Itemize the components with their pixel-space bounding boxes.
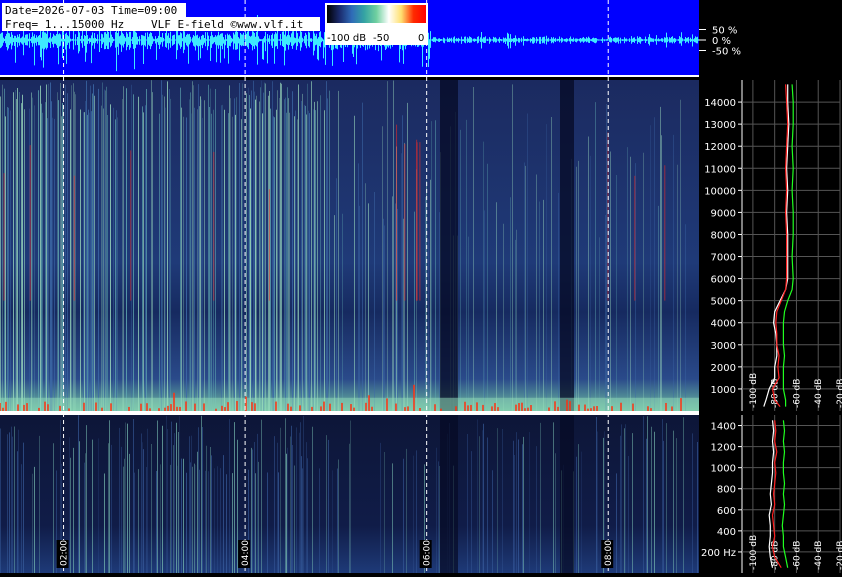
frequency-tick-label: 1000 bbox=[711, 385, 736, 396]
time-tick-label: 08:00 bbox=[604, 540, 614, 566]
frequency-tick-label: 1200 bbox=[711, 443, 736, 454]
spectrum-tick-label: -20 dB bbox=[836, 379, 842, 408]
frequency-tick-label: 3000 bbox=[711, 341, 736, 352]
frequency-tick-label: 8000 bbox=[711, 230, 736, 241]
spectrum-tick-label: -100 dB bbox=[749, 535, 759, 570]
spectrum-tick-label: -60 dB bbox=[792, 379, 802, 408]
frequency-tick-label: 14000 bbox=[704, 98, 736, 109]
waveform-tick-label: 0 % bbox=[712, 36, 731, 47]
spectrum-tick-label: -60 dB bbox=[792, 541, 802, 570]
waveform-tick-label: 50 % bbox=[712, 26, 737, 37]
frequency-tick-label: 400 bbox=[717, 527, 736, 538]
frequency-tick-label: 12000 bbox=[704, 142, 736, 153]
spectrum-tick-label: -40 dB bbox=[814, 379, 824, 408]
frequency-tick-label: 7000 bbox=[711, 253, 736, 264]
header-date-line: Date=2026-07-03 Time=09:00 bbox=[5, 4, 177, 17]
vlf-chart-svg: Date=2026-07-03 Time=09:00 Freq= 1...150… bbox=[0, 0, 842, 573]
frequency-tick-label: 5000 bbox=[711, 297, 736, 308]
spectrum-tick-label: -40 dB bbox=[814, 541, 824, 570]
header-title-line: VLF E-field ©www.vlf.it bbox=[151, 18, 303, 31]
colorbar-gradient bbox=[327, 5, 426, 23]
colorbar-label-max: 0 bbox=[418, 33, 424, 44]
time-tick-label: 04:00 bbox=[241, 540, 251, 566]
frequency-tick-label: 1400 bbox=[711, 422, 736, 433]
colorbar-label-min: -100 dB bbox=[327, 33, 366, 44]
waveform-axis: 50 %0 %-50 % bbox=[699, 26, 741, 58]
header-freq-line: Freq= 1...15000 Hz bbox=[5, 18, 124, 31]
frequency-tick-label: 11000 bbox=[704, 164, 736, 175]
waveform-tick-label: -50 % bbox=[712, 47, 741, 58]
vlf-display: Date=2026-07-03 Time=09:00 Freq= 1...150… bbox=[0, 0, 842, 573]
waveform-baseline bbox=[0, 75, 699, 77]
frequency-tick-label: 10000 bbox=[704, 186, 736, 197]
frequency-tick-label: 200 Hz bbox=[701, 548, 736, 559]
time-tick-label: 06:00 bbox=[423, 540, 433, 566]
spectrum-tick-label: -100 dB bbox=[749, 373, 759, 408]
frequency-tick-label: 2000 bbox=[711, 363, 736, 374]
frequency-tick-label: 1000 bbox=[711, 464, 736, 475]
frequency-tick-label: 4000 bbox=[711, 319, 736, 330]
colorbar-label-mid: -50 bbox=[373, 33, 389, 44]
spectrum-tick-label: -20 dB bbox=[836, 541, 842, 570]
frequency-tick-label: 600 bbox=[717, 506, 736, 517]
panel-separator bbox=[0, 411, 699, 415]
frequency-tick-label: 9000 bbox=[711, 208, 736, 219]
frequency-tick-label: 13000 bbox=[704, 120, 736, 131]
time-tick-label: 02:00 bbox=[60, 540, 70, 566]
frequency-tick-label: 6000 bbox=[711, 275, 736, 286]
frequency-tick-label: 800 bbox=[717, 485, 736, 496]
